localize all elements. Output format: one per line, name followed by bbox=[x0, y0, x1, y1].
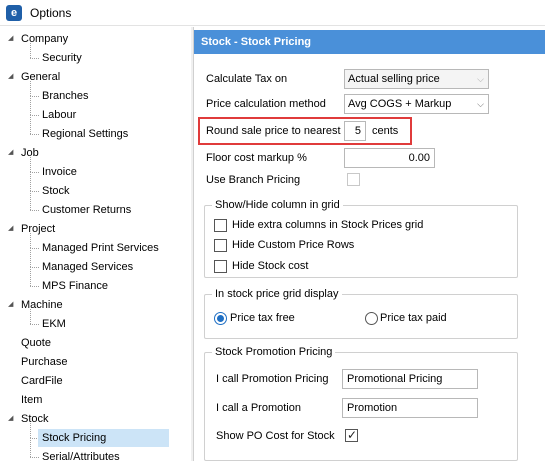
hide-extra-columns-checkbox[interactable] bbox=[214, 219, 227, 232]
tree-connector bbox=[30, 267, 39, 268]
tree-item-branches[interactable]: Branches bbox=[42, 87, 88, 105]
tree-connector bbox=[30, 248, 31, 267]
promotion-label: I call a Promotion bbox=[216, 402, 301, 414]
tree-connector bbox=[30, 210, 39, 211]
hide-custom-rows-checkbox[interactable] bbox=[214, 239, 227, 252]
branch-pricing-checkbox[interactable] bbox=[347, 173, 360, 186]
tree-collapse-icon[interactable]: ◢ bbox=[8, 410, 16, 428]
chevron-down-icon: ⌵ bbox=[477, 99, 484, 109]
tree-connector bbox=[30, 248, 39, 249]
promo-pricing-input[interactable]: Promotional Pricing bbox=[342, 369, 478, 389]
show-hide-group-title: Show/Hide column in grid bbox=[212, 198, 343, 212]
tree-connector bbox=[30, 134, 39, 135]
promo-pricing-label: I call Promotion Pricing bbox=[216, 373, 329, 385]
tree-item-purchase[interactable]: Purchase bbox=[21, 353, 67, 371]
hide-stock-cost-checkbox[interactable] bbox=[214, 260, 227, 273]
tree-item-regional-settings[interactable]: Regional Settings bbox=[42, 125, 128, 143]
tree-connector bbox=[30, 267, 31, 286]
tree-item-ekm[interactable]: EKM bbox=[42, 315, 66, 333]
tree-collapse-icon[interactable]: ◢ bbox=[8, 68, 16, 86]
price-method-select[interactable]: Avg COGS + Markup ⌵ bbox=[344, 94, 489, 114]
tree-item-stock[interactable]: Stock bbox=[42, 182, 70, 200]
promo-group-title: Stock Promotion Pricing bbox=[212, 345, 336, 359]
tree-item-customer-returns[interactable]: Customer Returns bbox=[42, 201, 131, 219]
tree-connector bbox=[30, 324, 39, 325]
tree-item-mps-finance[interactable]: MPS Finance bbox=[42, 277, 108, 295]
tree-connector bbox=[30, 157, 31, 172]
grid-display-group-title: In stock price grid display bbox=[212, 287, 342, 301]
show-po-cost-label: Show PO Cost for Stock bbox=[216, 430, 335, 442]
tree-item-invoice[interactable]: Invoice bbox=[42, 163, 77, 181]
calc-tax-value: Actual selling price bbox=[348, 73, 440, 85]
floor-markup-input[interactable]: 0.00 bbox=[344, 148, 435, 168]
hide-extra-columns-label: Hide extra columns in Stock Prices grid bbox=[232, 219, 424, 231]
tree-connector bbox=[30, 96, 31, 115]
tree-item-company[interactable]: Company bbox=[21, 30, 68, 48]
tree-connector bbox=[30, 115, 39, 116]
tree-connector bbox=[30, 115, 31, 134]
round-price-label: Round sale price to nearest bbox=[206, 125, 341, 137]
calc-tax-select[interactable]: Actual selling price ⌵ bbox=[344, 69, 489, 89]
tree-item-security[interactable]: Security bbox=[42, 49, 82, 67]
tree-item-labour[interactable]: Labour bbox=[42, 106, 76, 124]
show-po-cost-checkbox[interactable]: ✓ bbox=[345, 428, 358, 442]
tree-connector bbox=[30, 423, 31, 438]
tree-connector bbox=[30, 309, 31, 324]
price-method-value: Avg COGS + Markup bbox=[348, 98, 452, 110]
tree-connector bbox=[30, 58, 39, 59]
floor-markup-label: Floor cost markup % bbox=[206, 152, 307, 164]
hide-stock-cost-label: Hide Stock cost bbox=[232, 260, 309, 272]
settings-panel: Stock - Stock Pricing Calculate Tax on A… bbox=[193, 27, 545, 461]
tree-item-project[interactable]: Project bbox=[21, 220, 55, 238]
checkmark-icon: ✓ bbox=[347, 428, 358, 442]
window-title: Options bbox=[30, 6, 72, 20]
promotion-input[interactable]: Promotion bbox=[342, 398, 478, 418]
tree-connector bbox=[30, 438, 31, 457]
tree-item-stock-pricing[interactable]: Stock Pricing bbox=[42, 429, 106, 447]
calc-tax-label: Calculate Tax on bbox=[206, 73, 288, 85]
tree-collapse-icon[interactable]: ◢ bbox=[8, 30, 16, 48]
tree-collapse-icon[interactable]: ◢ bbox=[8, 144, 16, 162]
tree-item-serial-attributes[interactable]: Serial/Attributes bbox=[42, 448, 120, 461]
tree-item-managed-print-services[interactable]: Managed Print Services bbox=[42, 239, 159, 257]
price-tax-paid-radio[interactable] bbox=[365, 312, 378, 325]
tree-item-managed-services[interactable]: Managed Services bbox=[42, 258, 133, 276]
tree-item-stock[interactable]: Stock bbox=[21, 410, 49, 428]
tree-connector bbox=[30, 233, 31, 248]
round-price-input[interactable]: 5 bbox=[344, 121, 366, 141]
tree-connector bbox=[30, 191, 39, 192]
tree-collapse-icon[interactable]: ◢ bbox=[8, 220, 16, 238]
price-tax-free-radio[interactable] bbox=[214, 312, 227, 325]
tree-collapse-icon[interactable]: ◢ bbox=[8, 296, 16, 314]
chevron-down-icon: ⌵ bbox=[477, 74, 484, 84]
price-tax-free-label: Price tax free bbox=[230, 312, 295, 324]
tree-connector bbox=[30, 286, 39, 287]
app-logo-icon: e bbox=[6, 5, 22, 21]
round-price-unit: cents bbox=[372, 125, 399, 137]
tree-connector bbox=[30, 191, 31, 210]
hide-custom-rows-label: Hide Custom Price Rows bbox=[232, 239, 355, 251]
tree-connector bbox=[30, 96, 39, 97]
tree-connector bbox=[30, 172, 39, 173]
branch-pricing-label: Use Branch Pricing bbox=[206, 174, 301, 186]
tree-item-general[interactable]: General bbox=[21, 68, 60, 86]
tree-connector bbox=[30, 457, 39, 458]
price-method-label: Price calculation method bbox=[206, 98, 326, 110]
options-tree[interactable]: ◢ Company Security ◢ General Branches Labour Re… bbox=[0, 27, 190, 461]
panel-header: Stock - Stock Pricing bbox=[194, 30, 545, 54]
tree-item-cardfile[interactable]: CardFile bbox=[21, 372, 63, 390]
tree-item-item[interactable]: Item bbox=[21, 391, 42, 409]
tree-connector bbox=[30, 43, 31, 58]
price-tax-paid-label: Price tax paid bbox=[380, 312, 447, 324]
tree-connector bbox=[30, 172, 31, 191]
tree-item-machine[interactable]: Machine bbox=[21, 296, 63, 314]
title-bar: e Options bbox=[0, 0, 545, 26]
tree-connector bbox=[30, 81, 31, 96]
tree-item-quote[interactable]: Quote bbox=[21, 334, 51, 352]
